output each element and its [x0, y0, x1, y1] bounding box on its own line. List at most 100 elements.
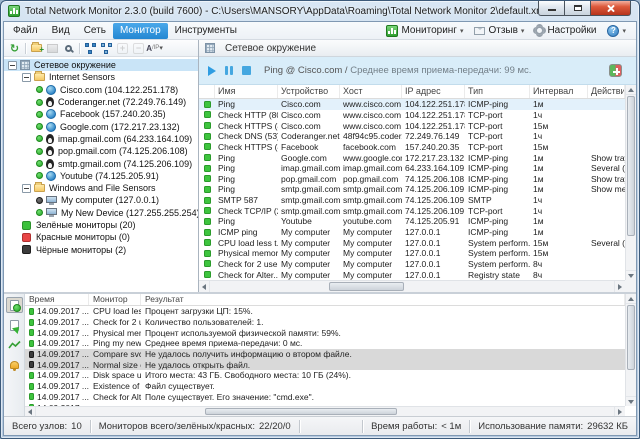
- monitor-row[interactable]: Check TCP/IP (25)smtp.gmail.comsmtp.gmai…: [199, 205, 625, 216]
- tree-item[interactable]: Coderanger.net (72.249.76.149): [4, 96, 198, 108]
- tree-item[interactable]: My New Device (127.255.255.254): [4, 207, 198, 219]
- monitor-row[interactable]: Check for Alter...My computerMy computer…: [199, 269, 625, 280]
- log-scroll-right-icon[interactable]: [614, 407, 625, 416]
- monitor-row[interactable]: Pingimap.gmail.comimap.gmail.com64.233.1…: [199, 163, 625, 174]
- monitor-row[interactable]: ICMP pingMy computerMy computer127.0.0.1…: [199, 227, 625, 238]
- feedback-menu[interactable]: Отзыв▾: [470, 24, 528, 37]
- monitor-row[interactable]: Pingpop.gmail.compop.gmail.com74.125.206…: [199, 173, 625, 184]
- monitor-row[interactable]: Physical memor...My computerMy computer1…: [199, 248, 625, 259]
- log-column-header[interactable]: Результат: [141, 294, 625, 305]
- scroll-left-icon[interactable]: [199, 281, 210, 292]
- log-vscrollbar[interactable]: [625, 294, 636, 406]
- expand-toggle[interactable]: [22, 73, 31, 82]
- log-row[interactable]: 14.09.2017 ...Disk space usag...Итого ме…: [25, 370, 625, 381]
- sort-mode-icon[interactable]: A/IP▾: [147, 41, 162, 55]
- search-device-icon[interactable]: [61, 41, 76, 55]
- column-header[interactable]: Имя: [215, 85, 278, 98]
- log-row[interactable]: 14.09.2017 ...Existence of th...Файл сущ…: [25, 381, 625, 392]
- log-row[interactable]: 14.09.2017 ...Check for Alter...Поле сущ…: [25, 392, 625, 403]
- menu-item[interactable]: Файл: [6, 23, 45, 39]
- expand-toggle[interactable]: [8, 61, 17, 70]
- maximize-button[interactable]: [565, 1, 591, 16]
- menu-item[interactable]: Сеть: [77, 23, 113, 39]
- monitor-row[interactable]: Check HTTPS (4...Facebookfacebook.com157…: [199, 142, 625, 153]
- log-scroll-down-icon[interactable]: [626, 396, 636, 406]
- help-menu[interactable]: ?▾: [603, 24, 630, 38]
- cell-monitor: Check for Alter...: [89, 392, 141, 402]
- refresh-network-icon[interactable]: ↻: [7, 41, 22, 55]
- tree-item[interactable]: Facebook (157.240.20.35): [4, 108, 198, 120]
- tree-item[interactable]: My computer (127.0.0.1): [4, 194, 198, 206]
- log-row[interactable]: 14.09.2017 ...Ping my new de...Среднее в…: [25, 338, 625, 349]
- log-scroll-up-icon[interactable]: [626, 294, 636, 304]
- log-hscrollbar[interactable]: [25, 406, 625, 416]
- monitor-group-square: [22, 245, 31, 254]
- tree-item[interactable]: pop.gmail.com (74.125.206.108): [4, 145, 198, 157]
- add-monitor-button[interactable]: [609, 64, 622, 77]
- add-group-icon[interactable]: [29, 41, 44, 55]
- log-row[interactable]: 14.09.2017 ...Check for 2 use...Количест…: [25, 317, 625, 328]
- monitor-row[interactable]: Check HTTPS (4...Cisco.comwww.cisco.com1…: [199, 120, 625, 131]
- tree-item[interactable]: Google.com (172.217.23.132): [4, 120, 198, 132]
- tree-item[interactable]: Сетевое окружение: [4, 59, 198, 71]
- statistics-icon[interactable]: [6, 337, 23, 353]
- log-scroll-left-icon[interactable]: [25, 407, 36, 416]
- tree-item[interactable]: Youtube (74.125.205.91): [4, 170, 198, 182]
- tree-item[interactable]: smtp.gmail.com (74.125.206.109): [4, 157, 198, 169]
- stop-monitor-icon[interactable]: [242, 66, 251, 75]
- tree-item[interactable]: imap.gmail.com (64.233.164.109): [4, 133, 198, 145]
- column-header[interactable]: Действия: [588, 85, 625, 98]
- tree-item[interactable]: Чёрные мониторы (2): [4, 243, 198, 255]
- column-header[interactable]: Хост: [340, 85, 402, 98]
- monitor-row[interactable]: PingYoutubeyoutube.com74.125.205.91ICMP-…: [199, 216, 625, 227]
- minimize-button[interactable]: [538, 1, 565, 16]
- menu-item[interactable]: Монитор: [113, 23, 168, 39]
- scroll-right-icon[interactable]: [614, 281, 625, 292]
- tree-item[interactable]: Windows and File Sensors: [4, 182, 198, 194]
- notifications-icon[interactable]: [6, 357, 23, 373]
- log-column-header[interactable]: Монитор: [89, 294, 141, 305]
- network-rescan-icon[interactable]: [99, 41, 114, 55]
- activity-log-icon[interactable]: [6, 297, 23, 313]
- monitor-row[interactable]: PingCisco.comwww.cisco.com104.122.251.17…: [199, 99, 625, 110]
- log-row[interactable]: 14.09.2017 ...Physical memor...Процент и…: [25, 327, 625, 338]
- vscroll-thumb[interactable]: [627, 96, 635, 236]
- column-header[interactable]: Интервал: [530, 85, 588, 98]
- column-header[interactable]: IP адрес: [402, 85, 465, 98]
- monitor-vscrollbar[interactable]: [625, 85, 636, 280]
- tree-item[interactable]: Cisco.com (104.122.251.178): [4, 84, 198, 96]
- network-scan-icon[interactable]: [83, 41, 98, 55]
- hscroll-thumb[interactable]: [329, 282, 404, 291]
- expand-toggle[interactable]: [22, 184, 31, 193]
- monitor-hscrollbar[interactable]: [199, 280, 625, 292]
- scroll-up-icon[interactable]: [626, 85, 636, 95]
- journal-icon[interactable]: [6, 317, 23, 333]
- monitoring-menu[interactable]: Мониторинг▾: [382, 24, 467, 38]
- monitor-row[interactable]: SMTP 587smtp.gmail.comsmtp.gmail.com74.1…: [199, 195, 625, 206]
- log-column-header[interactable]: Время: [25, 294, 89, 305]
- monitor-row[interactable]: Pingsmtp.gmail.comsmtp.gmail.com74.125.2…: [199, 184, 625, 195]
- scroll-down-icon[interactable]: [626, 270, 636, 280]
- monitor-row[interactable]: Check for 2 use...My computerMy computer…: [199, 259, 625, 270]
- log-hscroll-thumb[interactable]: [205, 408, 397, 415]
- titlebar[interactable]: Total Network Monitor 2.3.0 (build 7600)…: [1, 1, 639, 21]
- monitor-row[interactable]: PingGoogle.comwww.google.com172.217.23.1…: [199, 152, 625, 163]
- log-row[interactable]: 14.09.2017 ...Normal size of t...Не удал…: [25, 359, 625, 370]
- log-row[interactable]: 14.09.2017 ...Compare svcho...Не удалось…: [25, 349, 625, 360]
- menu-item[interactable]: Вид: [45, 23, 77, 39]
- tree-item[interactable]: Зелёные мониторы (20): [4, 219, 198, 231]
- monitor-row[interactable]: CPU load less t...My computerMy computer…: [199, 237, 625, 248]
- tree-item[interactable]: Internet Sensors: [4, 71, 198, 83]
- pause-monitor-icon[interactable]: [225, 66, 233, 75]
- menu-item[interactable]: Инструменты: [168, 23, 244, 39]
- start-monitor-icon[interactable]: [208, 66, 216, 76]
- log-vscroll-thumb[interactable]: [627, 305, 635, 370]
- column-header[interactable]: Устройство: [278, 85, 340, 98]
- tree-item[interactable]: Красные мониторы (0): [4, 231, 198, 243]
- close-button[interactable]: [591, 1, 631, 16]
- column-header[interactable]: Тип: [465, 85, 530, 98]
- monitor-row[interactable]: Check HTTP (80)Cisco.comwww.cisco.com104…: [199, 110, 625, 121]
- log-row[interactable]: 14.09.2017 ...CPU load less t...Процент …: [25, 306, 625, 317]
- monitor-row[interactable]: Check DNS (53)Coderanger.net48f94c95.cod…: [199, 131, 625, 142]
- settings-menu[interactable]: Настройки: [531, 24, 600, 37]
